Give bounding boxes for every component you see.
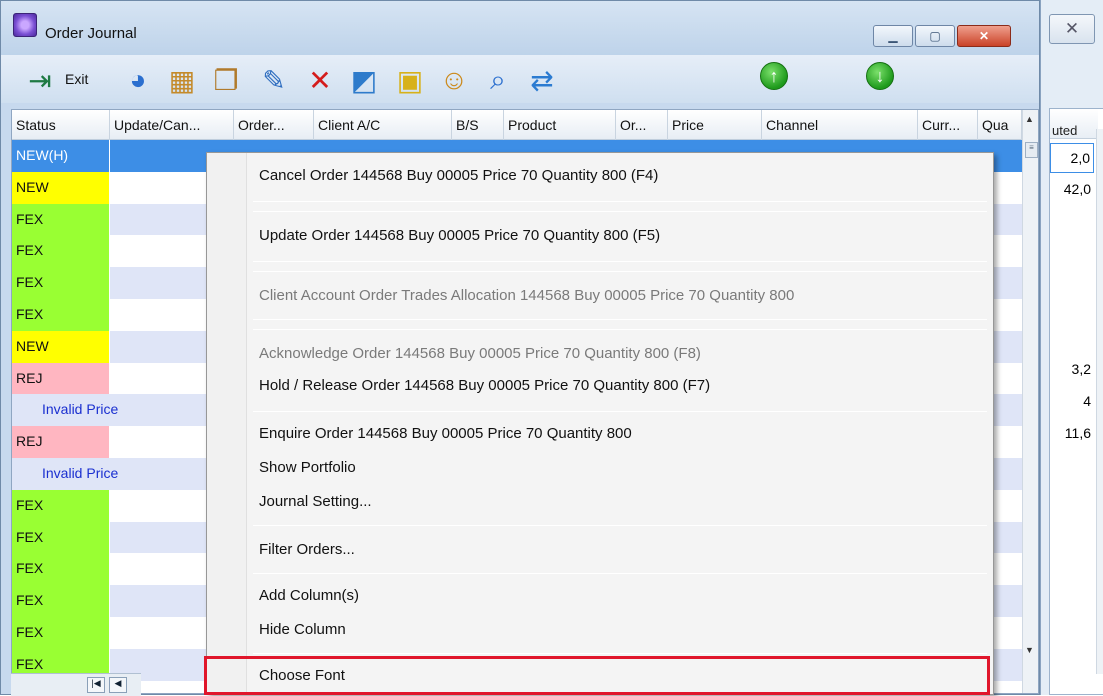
menu-item-acknowledge-order[interactable]: Acknowledge Order 144568 Buy 00005 Price…	[259, 345, 701, 362]
side-cell: 2,0	[1050, 143, 1094, 173]
maximize-button[interactable]: ▢	[915, 25, 955, 47]
column-header[interactable]: Order...	[234, 110, 314, 140]
close-icon[interactable]: ✕	[1049, 14, 1095, 44]
column-header[interactable]: Channel	[762, 110, 918, 140]
menu-gutter	[207, 153, 247, 694]
status-cell: FEX	[12, 553, 110, 586]
context-menu: Cancel Order 144568 Buy 00005 Price 70 Q…	[206, 152, 994, 695]
menu-separator	[253, 411, 987, 412]
lock-icon[interactable]: ▣	[393, 63, 427, 97]
menu-item-hide-column[interactable]: Hide Column	[259, 621, 346, 638]
menu-item-journal-setting[interactable]: Journal Setting...	[259, 493, 372, 510]
status-cell: FEX	[12, 585, 110, 617]
menu-separator	[253, 261, 987, 262]
column-header[interactable]: Qua	[978, 110, 1022, 140]
menu-item-cancel-order[interactable]: Cancel Order 144568 Buy 00005 Price 70 Q…	[259, 167, 658, 184]
menu-separator	[253, 525, 987, 526]
delete-icon[interactable]: ✕	[303, 63, 337, 97]
status-cell: FEX	[12, 203, 110, 236]
column-header[interactable]: Client A/C	[314, 110, 452, 140]
menu-separator	[253, 271, 987, 272]
menu-item-enquire-order[interactable]: Enquire Order 144568 Buy 00005 Price 70 …	[259, 425, 632, 442]
exit-icon[interactable]: ⇥	[23, 63, 57, 97]
column-header[interactable]: B/S	[452, 110, 504, 140]
prev-page-icon[interactable]: ◀	[109, 677, 127, 693]
status-cell: NEW	[12, 330, 110, 363]
column-header[interactable]: Price	[668, 110, 762, 140]
menu-separator	[253, 329, 987, 330]
app-icon	[13, 13, 37, 37]
menu-item-show-portfolio[interactable]: Show Portfolio	[259, 459, 356, 476]
toolbar: ⇥ Exit ◕ ▦ ❐ ✎ ✕ ◩ ▣ ☺ ⌕ ⇄ ↑ ↓	[1, 55, 1039, 103]
column-header[interactable]: Product	[504, 110, 616, 140]
book-icon[interactable]: ❐	[209, 63, 243, 97]
arrow-up-icon[interactable]: ↑	[760, 62, 788, 90]
menu-separator	[253, 211, 987, 212]
side-scrollbar[interactable]	[1096, 129, 1103, 674]
side-cell: 11,6	[1064, 425, 1091, 441]
background-window: ✕ uted 2,0 42,0 3,2 4 11,6	[1040, 0, 1103, 695]
menu-item-update-order[interactable]: Update Order 144568 Buy 00005 Price 70 Q…	[259, 227, 660, 244]
status-cell: FEX	[12, 521, 110, 554]
highlight-box	[204, 656, 990, 695]
status-cell: FEX	[12, 617, 110, 649]
menu-item-trades-allocation[interactable]: Client Account Order Trades Allocation 1…	[259, 287, 794, 304]
scroll-up-icon[interactable]: ▲	[1025, 114, 1034, 124]
menu-item-hold-release[interactable]: Hold / Release Order 144568 Buy 00005 Pr…	[259, 377, 710, 394]
column-header[interactable]: Curr...	[918, 110, 978, 140]
scroll-thumb[interactable]: ≡	[1025, 142, 1038, 158]
scroll-down-icon[interactable]: ▼	[1025, 645, 1034, 655]
user-icon[interactable]: ☺	[437, 63, 471, 97]
menu-separator	[253, 653, 987, 654]
menu-separator	[253, 573, 987, 574]
menu-separator	[253, 319, 987, 320]
grid-header: Status Update/Can... Order... Client A/C…	[12, 110, 1038, 140]
side-cell: 4	[1083, 393, 1091, 409]
arrow-down-icon[interactable]: ↓	[866, 62, 894, 90]
search-icon[interactable]: ⌕	[481, 63, 515, 97]
menu-separator	[253, 201, 987, 202]
menu-item-filter-orders[interactable]: Filter Orders...	[259, 541, 355, 558]
column-header[interactable]: Status	[12, 110, 110, 140]
window-title: Order Journal	[45, 25, 137, 42]
status-cell: FEX	[12, 299, 110, 331]
side-cell: 42,0	[1063, 181, 1091, 197]
menu-item-add-columns[interactable]: Add Column(s)	[259, 587, 359, 604]
row-note: Invalid Price	[42, 465, 119, 481]
status-cell: FEX	[12, 489, 110, 522]
chart-icon[interactable]: ◩	[347, 63, 381, 97]
close-button[interactable]: ✕	[957, 25, 1011, 47]
vertical-scrollbar[interactable]: ▲ ≡ ▼	[1022, 110, 1038, 693]
edit-icon[interactable]: ✎	[257, 63, 291, 97]
status-cell: FEX	[12, 235, 110, 268]
first-page-icon[interactable]: |◀	[87, 677, 105, 693]
status-cell: REJ	[12, 362, 110, 395]
side-cell: 3,2	[1071, 361, 1091, 377]
status-cell: NEW(H)	[12, 140, 110, 172]
status-cell: REJ	[12, 426, 110, 458]
side-table: uted 2,0 42,0 3,2 4 11,6	[1049, 108, 1103, 695]
globe-icon[interactable]: ◕	[121, 63, 155, 97]
row-note: Invalid Price	[42, 401, 119, 418]
side-column-header: uted	[1050, 109, 1098, 139]
column-header[interactable]: Or...	[616, 110, 668, 140]
column-header[interactable]: Update/Can...	[110, 110, 234, 140]
row-navigator: |◀ ◀	[11, 673, 141, 696]
status-cell: NEW	[12, 171, 110, 204]
exit-label[interactable]: Exit	[65, 71, 88, 87]
status-cell: FEX	[12, 267, 110, 299]
title-bar: Order Journal ▁ ▢ ✕	[1, 1, 1039, 55]
packages-icon[interactable]: ▦	[165, 63, 199, 97]
minimize-button[interactable]: ▁	[873, 25, 913, 47]
export-icon[interactable]: ⇄	[525, 63, 559, 97]
